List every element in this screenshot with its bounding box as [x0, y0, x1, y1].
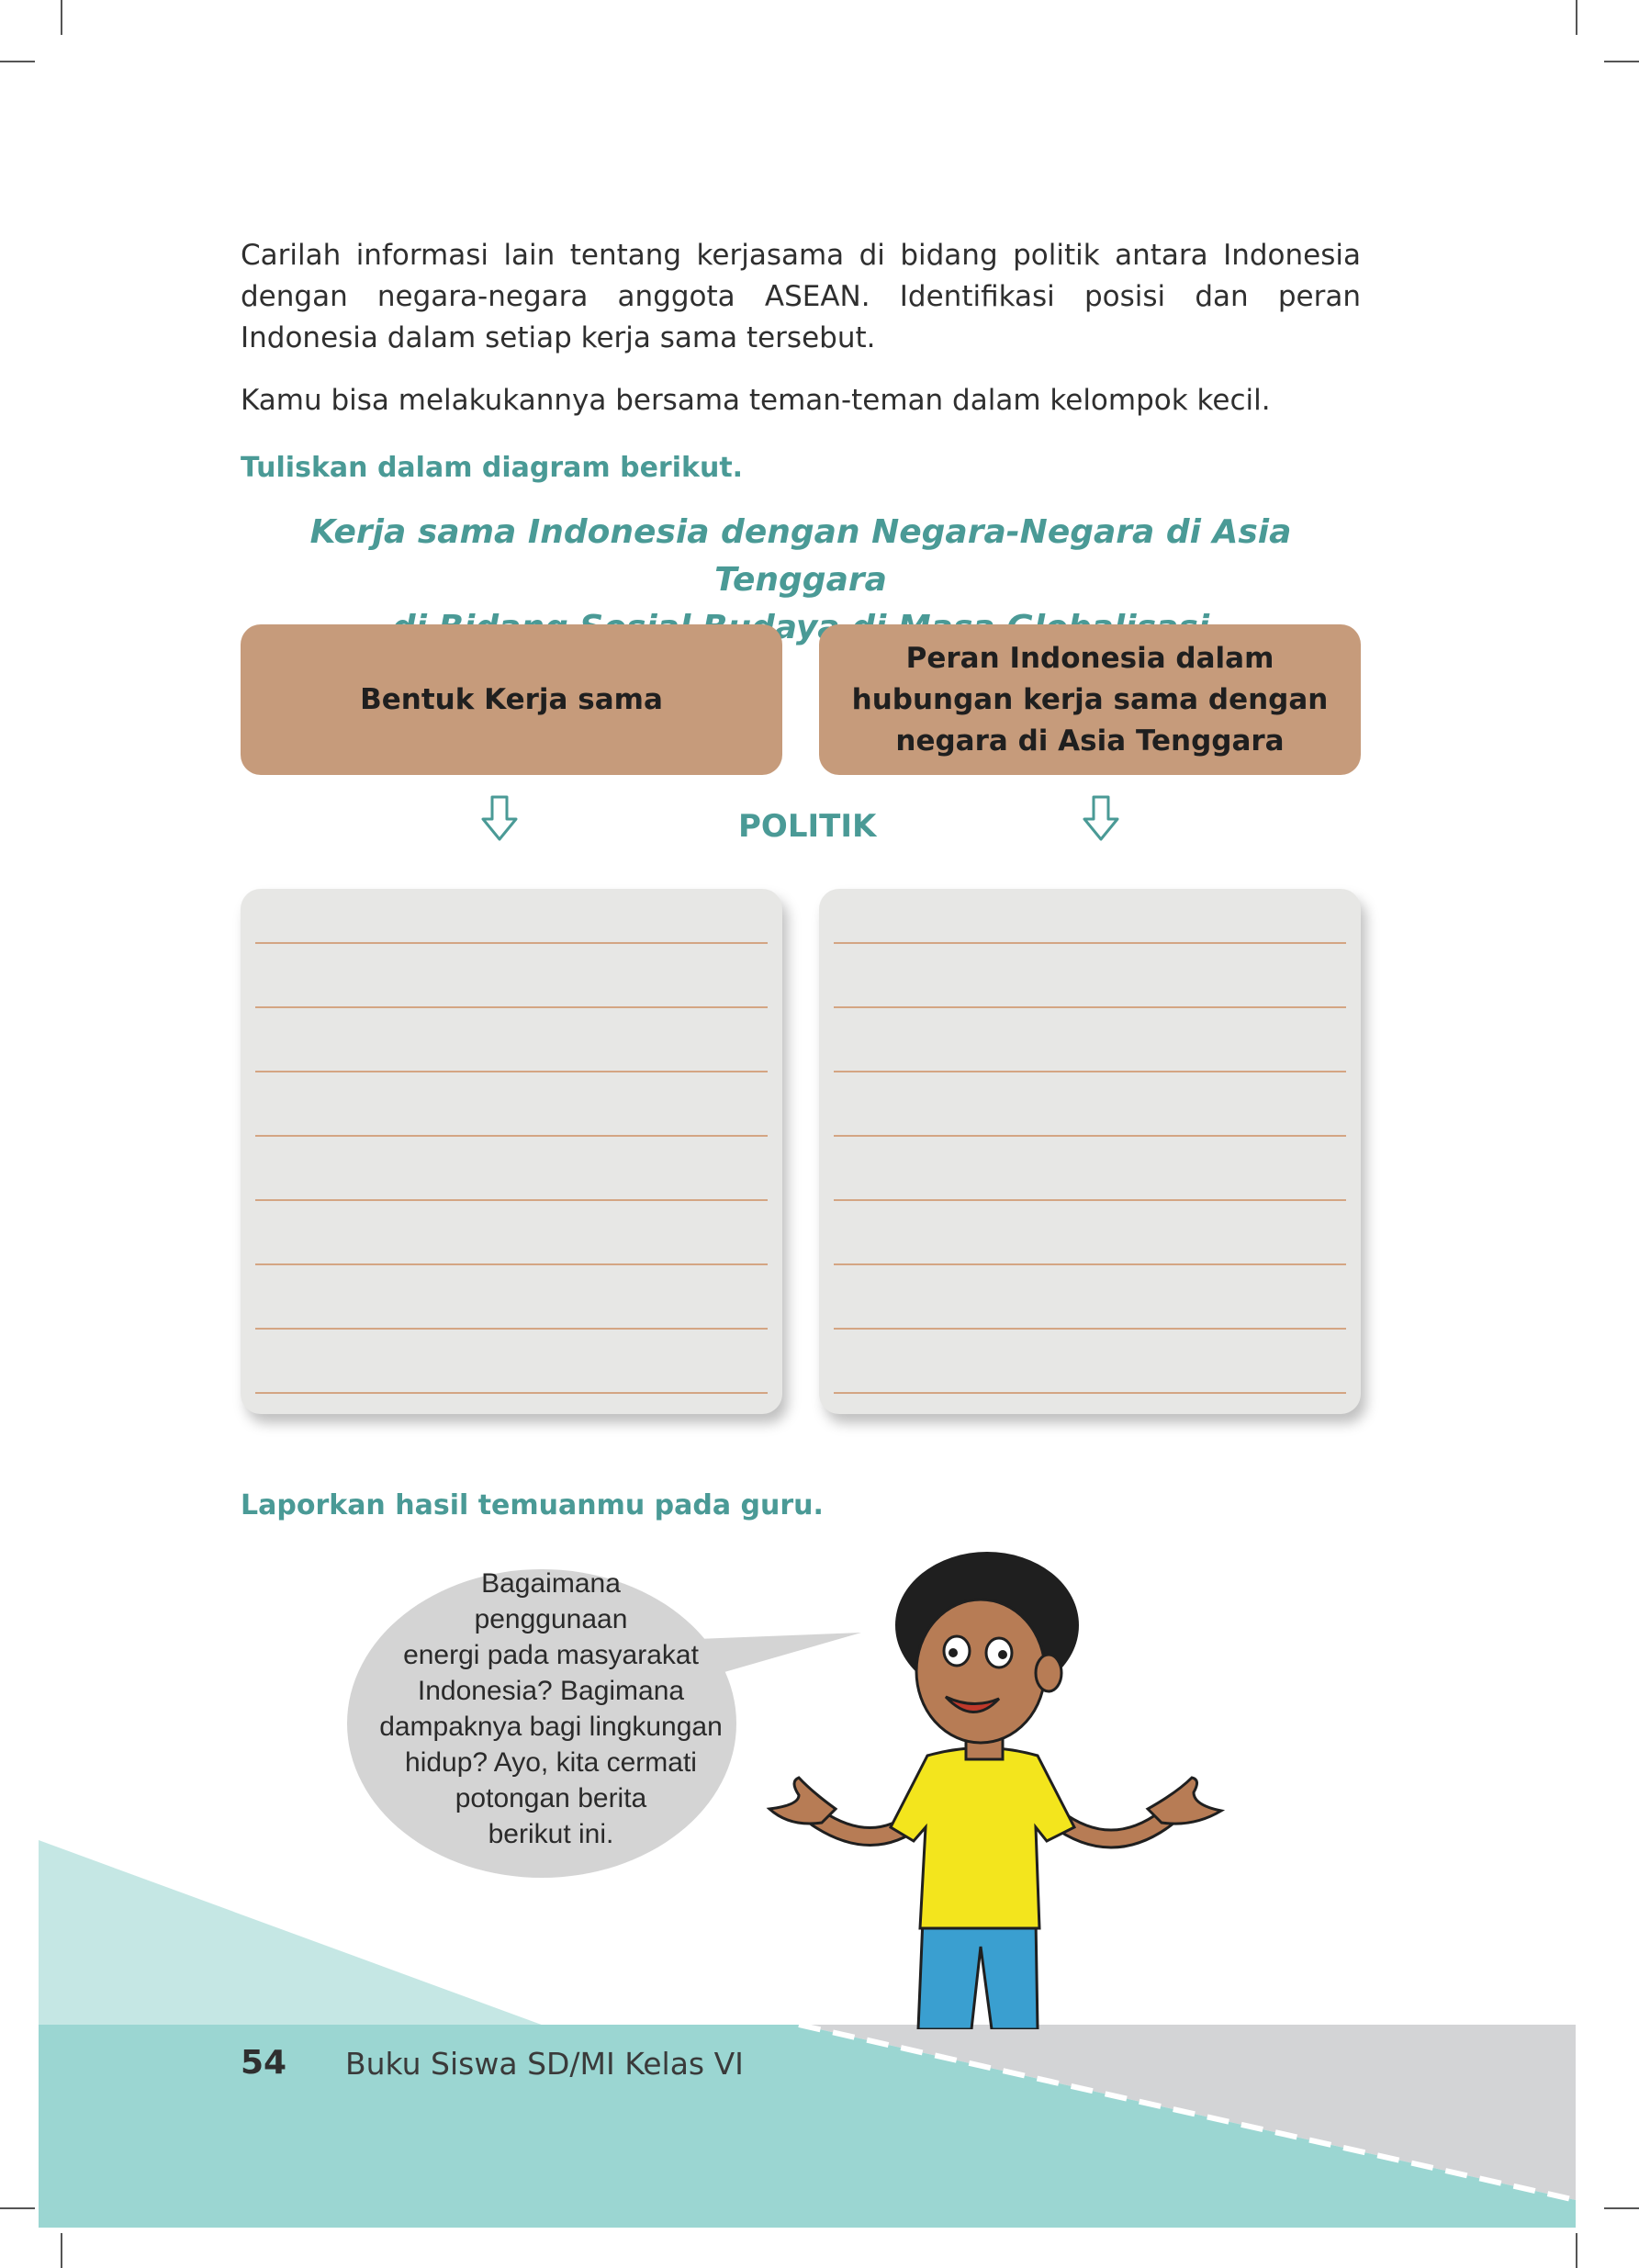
- bubble-line: penggunaan: [474, 1604, 628, 1634]
- boy-illustration: [766, 1552, 1226, 2029]
- bubble-line: energi pada masyarakat: [403, 1640, 699, 1670]
- speech-bubble-text: Bagaimana penggunaan energi pada masyara…: [349, 1566, 753, 1852]
- bubble-line: hidup? Ayo, kita cermati: [405, 1747, 697, 1778]
- page-number: 54: [241, 2044, 287, 2082]
- bubble-line: berikut ini.: [488, 1819, 614, 1849]
- bubble-line: Bagaimana: [481, 1568, 621, 1599]
- book-title: Buku Siswa SD/MI Kelas VI: [345, 2046, 744, 2082]
- bubble-line: dampaknya bagi lingkungan: [379, 1712, 723, 1742]
- bubble-line: Indonesia? Bagimana: [417, 1676, 685, 1706]
- bubble-line: potongan berita: [455, 1783, 647, 1813]
